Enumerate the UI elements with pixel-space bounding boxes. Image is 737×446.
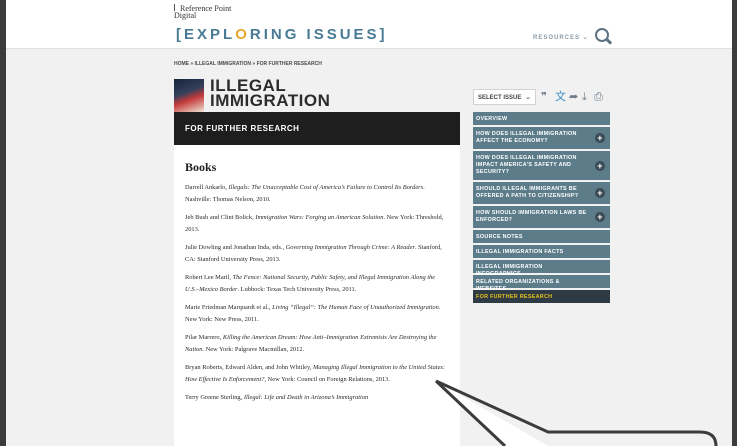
sidebar-item[interactable]: FOR FURTHER RESEARCH (473, 290, 610, 303)
book-entry: Julie Dowling and Jonathan Inda, eds., G… (185, 242, 447, 265)
sidebar-item[interactable]: OVERVIEW (473, 112, 610, 125)
book-title: Illegal: Life and Death in Arizona’s Imm… (243, 394, 369, 401)
issue-sidebar-nav: OVERVIEW HOW DOES ILLEGAL IMMIGRATION AFF… (473, 112, 610, 305)
book-author: Bryan Roberts, Edward Alden, and John Wh… (185, 364, 313, 371)
books-heading: Books (185, 160, 217, 174)
sidebar-item[interactable]: HOW DOES ILLEGAL IMMIGRATION IMPACT AMER… (473, 151, 610, 180)
sidebar-item-label: OVERVIEW (476, 116, 508, 122)
site-title-part-1: [EXPL (176, 26, 236, 43)
expand-plus-icon[interactable]: + (595, 133, 605, 143)
section-header: FOR FURTHER RESEARCH (174, 112, 460, 145)
expand-plus-icon[interactable]: + (595, 160, 605, 171)
sidebar-item[interactable]: HOW SHOULD IMMIGRATION LAWS BE ENFORCED?… (473, 206, 610, 228)
site-title-accent-letter: O (235, 26, 250, 43)
sidebar-item-label: FOR FURTHER RESEARCH (476, 294, 553, 300)
book-title: Governing Immigration Through Crime: A R… (285, 244, 415, 251)
expand-plus-icon[interactable]: + (595, 188, 605, 198)
book-author: Jeb Bush and Clint Bolick, (185, 214, 256, 221)
book-author: Robert Lee Maril, (185, 274, 233, 281)
sidebar-item-label: HOW DOES ILLEGAL IMMIGRATION AFFECT THE … (476, 131, 577, 144)
search-icon[interactable] (595, 28, 609, 42)
book-entry: Bryan Roberts, Edward Alden, and John Wh… (185, 362, 447, 385)
main-content: FOR FURTHER RESEARCH Books Darrell Ankar… (174, 112, 460, 446)
book-publisher: . Lubbock: Texas Tech University Press, … (237, 285, 357, 293)
tool-icons: ❞ 文 ➦ ⤓ ⎙ (541, 90, 611, 104)
book-list: Darrell Ankarlo, Illegals: The Unaccepta… (185, 182, 447, 411)
cite-quote-icon[interactable]: ❞ (541, 90, 547, 104)
book-author: Pilar Marrero, (185, 334, 223, 341)
book-publisher: . New York: Palgrave Macmillan, 2012. (202, 345, 305, 353)
book-entry: Terry Greene Sterling, Illegal: Life and… (185, 392, 447, 404)
chevron-down-icon: ⌄ (525, 94, 531, 101)
book-author: Marie Friedman Marquardt et al., (185, 304, 273, 311)
expand-plus-icon[interactable]: + (595, 212, 605, 222)
logo-mark-icon (174, 4, 179, 11)
page: Reference Point Digital [EXPLORING ISSUE… (6, 0, 732, 446)
logo-text: Reference Point Digital (174, 4, 232, 20)
book-title: Living “Illegal”: The Human Face of Unau… (272, 304, 439, 311)
book-title: Illegals: The Unacceptable Cost of Ameri… (228, 184, 424, 191)
device-frame-right (732, 0, 737, 446)
book-entry: Darrell Ankarlo, Illegals: The Unaccepta… (185, 182, 447, 205)
sidebar-item[interactable]: SOURCE NOTES (473, 230, 610, 243)
book-entry: Pilar Marrero, Killing the American Drea… (185, 332, 447, 355)
resources-menu[interactable]: RESOURCES ⌄ (533, 34, 589, 41)
sidebar-item[interactable]: ILLEGAL IMMIGRATION INFOGRAPHICS (473, 260, 610, 277)
share-icon[interactable]: ➦ (569, 90, 578, 104)
sidebar-item[interactable]: HOW DOES ILLEGAL IMMIGRATION AFFECT THE … (473, 127, 610, 149)
issue-thumbnail-image (174, 79, 204, 112)
select-issue-dropdown[interactable]: SELECT ISSUE ⌄ (473, 89, 536, 105)
breadcrumb[interactable]: HOME » ILLEGAL IMMIGRATION » FOR FURTHER… (174, 61, 322, 67)
book-author: Julie Dowling and Jonathan Inda, eds., (185, 244, 286, 251)
sidebar-item[interactable]: RELATED ORGANIZATIONS & WEBSITES (473, 275, 610, 292)
book-entry: Jeb Bush and Clint Bolick, Immigration W… (185, 212, 447, 235)
sidebar-item-label: HOW DOES ILLEGAL IMMIGRATION IMPACT AMER… (476, 155, 577, 175)
site-title[interactable]: [EXPLORING ISSUES] (176, 26, 388, 43)
sidebar-item[interactable]: SHOULD ILLEGAL IMMIGRANTS BE OFFERED A P… (473, 182, 610, 204)
book-author: Darrell Ankarlo, (185, 184, 229, 191)
sidebar-item-label: SOURCE NOTES (476, 234, 523, 240)
sidebar-item-label: SHOULD ILLEGAL IMMIGRANTS BE OFFERED A P… (476, 186, 579, 199)
section-title: FOR FURTHER RESEARCH (185, 124, 300, 133)
page-title: ILLEGAL IMMIGRATION (210, 77, 331, 110)
download-icon[interactable]: ⤓ (582, 90, 587, 104)
sidebar-item[interactable]: ILLEGAL IMMIGRATION FACTS (473, 245, 610, 258)
book-publisher: , New York: Council on Foreign Relations… (264, 375, 390, 383)
select-issue-label: SELECT ISSUE (478, 95, 522, 101)
site-header: Reference Point Digital [EXPLORING ISSUE… (6, 0, 732, 49)
page-title-line-2: IMMIGRATION (210, 91, 331, 110)
reference-point-logo[interactable]: Reference Point Digital (174, 4, 234, 20)
book-title: Immigration Wars: Forging an American So… (255, 214, 384, 221)
sidebar-item-label: ILLEGAL IMMIGRATION FACTS (476, 249, 564, 255)
book-entry: Robert Lee Maril, The Fence: National Se… (185, 272, 447, 295)
print-icon[interactable]: ⎙ (594, 90, 603, 104)
translate-icon[interactable]: 文 (555, 90, 566, 104)
sidebar-item-label: HOW SHOULD IMMIGRATION LAWS BE ENFORCED? (476, 210, 587, 223)
site-title-part-2: RING ISSUES] (249, 26, 388, 43)
book-entry: Marie Friedman Marquardt et al., Living … (185, 302, 447, 325)
book-author: Terry Greene Sterling, (185, 394, 244, 401)
